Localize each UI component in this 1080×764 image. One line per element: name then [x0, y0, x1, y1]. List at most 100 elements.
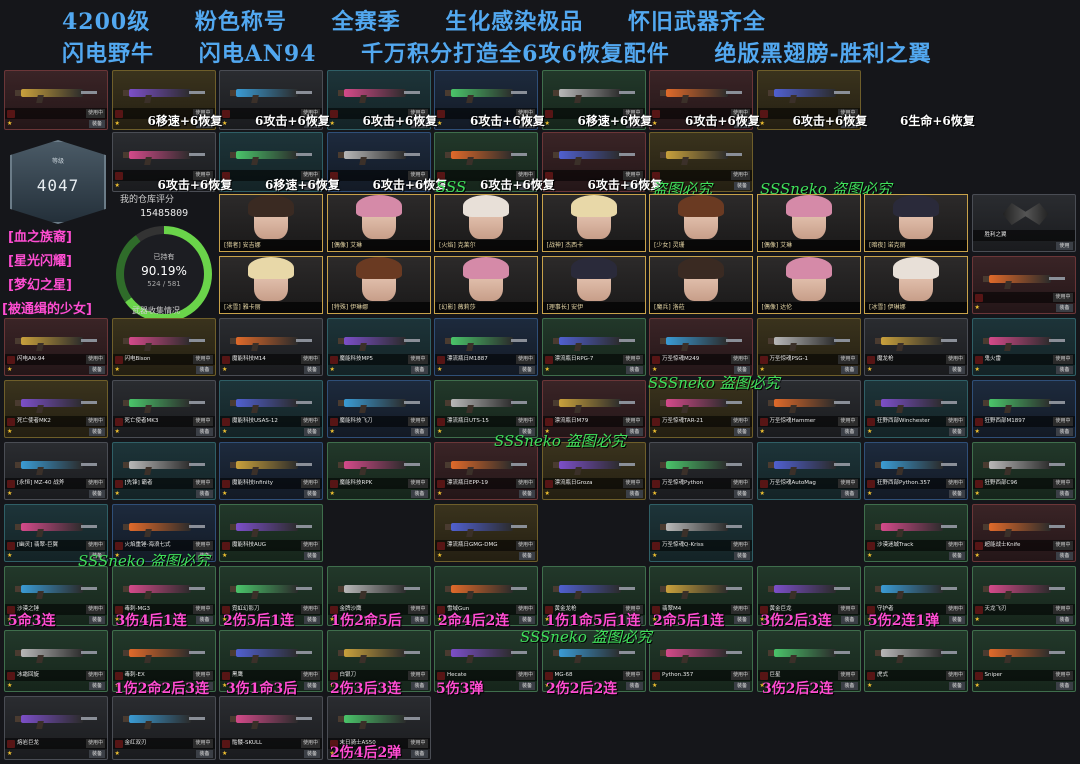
equip-button[interactable]: 装备 [948, 366, 965, 374]
weapon-card[interactable]: 闪电AN-94 使用中 ★ 装备 [4, 318, 108, 376]
equip-button[interactable]: 装备 [1056, 616, 1073, 624]
equip-button[interactable]: 装备 [88, 750, 105, 758]
equip-button[interactable]: 装备 [841, 616, 858, 624]
equip-button[interactable]: 装备 [303, 366, 320, 374]
weapon-card[interactable]: 骷髅-SKULL 使用中 ★ 装备 [219, 696, 323, 760]
equip-button[interactable]: 装备 [1056, 304, 1073, 312]
weapon-card[interactable]: 使用中 ★ 装备 [4, 70, 108, 130]
weapon-card[interactable]: 漂流瓶日M1887 使用中 ★ 装备 [434, 318, 538, 376]
character-card[interactable]: [战神] 杰西卡 [541, 194, 646, 252]
equip-button[interactable]: 装备 [518, 366, 535, 374]
weapon-card[interactable]: 死亡使者MK3 使用中 ★ 装备 [111, 380, 216, 438]
equip-button[interactable]: 装备 [626, 428, 643, 436]
equip-button[interactable]: 装备 [196, 490, 213, 498]
equip-button[interactable]: 装备 [303, 616, 320, 624]
equip-button[interactable]: 装备 [518, 616, 535, 624]
equip-button[interactable]: 装备 [518, 490, 535, 498]
weapon-card[interactable]: 万圣惊魂AutoMag 使用中 ★ 装备 [756, 442, 861, 500]
equip-button[interactable]: 装备 [841, 366, 858, 374]
character-card[interactable]: [偶像] 达伦 [756, 256, 861, 314]
equip-button[interactable]: 装备 [626, 490, 643, 498]
weapon-card[interactable]: 使用中 ★ 装备 [971, 256, 1076, 314]
equip-button[interactable]: 装备 [733, 182, 750, 190]
weapon-card[interactable]: 狂野西部Winchester 使用中 ★ 装备 [864, 380, 968, 438]
weapon-card[interactable]: 万圣惊魂M249 使用中 ★ 装备 [649, 318, 753, 376]
equip-button[interactable]: 装备 [196, 366, 213, 374]
equip-button[interactable]: 装备 [1056, 682, 1073, 690]
weapon-card[interactable]: 狂野西部Python.357 使用中 ★ 装备 [864, 442, 968, 500]
equip-button[interactable]: 装备 [196, 428, 213, 436]
weapon-card[interactable]: 虎式 使用中 ★ 装备 [864, 630, 968, 692]
weapon-card[interactable]: 熔岩巨龙 使用中 ★ 装备 [4, 696, 108, 760]
equip-button[interactable]: 装备 [88, 616, 105, 624]
equip-button[interactable]: 装备 [733, 682, 750, 690]
equip-button[interactable]: 装备 [303, 552, 320, 560]
equip-button[interactable]: 装备 [948, 552, 965, 560]
equip-button[interactable]: 装备 [303, 682, 320, 690]
weapon-card[interactable]: 冰霜回旋 使用中 ★ 装备 [4, 630, 108, 692]
character-card[interactable]: [少女] 灵珊 [649, 194, 753, 252]
character-card[interactable]: [暗夜] 诺克丽 [864, 194, 968, 252]
weapon-card[interactable]: 魔能科技AUG 使用中 ★ 装备 [219, 504, 323, 562]
character-card[interactable]: [猎者] 安吉娜 [219, 194, 323, 252]
character-card[interactable]: [火焰] 克莱尔 [434, 194, 538, 252]
equip-button[interactable]: 装备 [841, 490, 858, 498]
equip-button[interactable]: 装备 [733, 552, 750, 560]
equip-button[interactable]: 装备 [88, 428, 105, 436]
character-card[interactable]: [偶像] 艾琳 [326, 194, 431, 252]
weapon-card[interactable]: 魔能科技M14 使用中 ★ 装备 [219, 318, 323, 376]
weapon-card[interactable]: 魔能科技RPK 使用中 ★ 装备 [326, 442, 431, 500]
weapon-card[interactable]: 漂流瓶日RPG-7 使用中 ★ 装备 [541, 318, 646, 376]
equip-button[interactable]: 装备 [733, 490, 750, 498]
equip-button[interactable]: 装备 [303, 490, 320, 498]
weapon-card[interactable]: 闪电Bison 使用中 ★ 装备 [111, 318, 216, 376]
equip-button[interactable]: 装备 [518, 552, 535, 560]
weapon-card[interactable]: 狂野西部C96 使用中 ★ 装备 [971, 442, 1076, 500]
equip-button[interactable]: 装备 [1056, 428, 1073, 436]
weapon-card[interactable]: 天龙飞刃 使用中 ★ 装备 [971, 566, 1076, 626]
character-card[interactable]: [冰雪] 雅卡丽 [219, 256, 323, 314]
equip-button[interactable]: 装备 [841, 428, 858, 436]
equip-button[interactable]: 装备 [411, 490, 428, 498]
equip-button[interactable]: 装备 [411, 428, 428, 436]
equip-button[interactable]: 装备 [411, 616, 428, 624]
wings-card[interactable]: 胜利之翼 使用 [971, 194, 1076, 252]
equip-button[interactable]: 装备 [948, 490, 965, 498]
weapon-card[interactable]: 漂流瓶日GMG-DMG 使用中 ★ 装备 [434, 504, 538, 562]
equip-button[interactable]: 装备 [733, 616, 750, 624]
equip-button[interactable]: 装备 [626, 682, 643, 690]
equip-button[interactable]: 装备 [626, 366, 643, 374]
equip-button[interactable]: 装备 [948, 616, 965, 624]
equip-button[interactable]: 装备 [1056, 490, 1073, 498]
equip-button[interactable]: 装备 [1056, 366, 1073, 374]
weapon-card[interactable]: 万圣惊魂PSG-1 使用中 ★ 装备 [756, 318, 861, 376]
equip-button[interactable]: 装备 [88, 682, 105, 690]
equip-button[interactable]: 装备 [411, 750, 428, 758]
character-card[interactable]: [魔兵] 洛菈 [649, 256, 753, 314]
equip-button[interactable]: 装备 [303, 750, 320, 758]
weapon-card[interactable]: 魔龙枪 使用中 ★ 装备 [864, 318, 968, 376]
equip-button[interactable]: 装备 [841, 682, 858, 690]
weapon-card[interactable]: 魔能科技飞刀 使用中 ★ 装备 [326, 380, 431, 438]
weapon-card[interactable]: 狂野西部M1897 使用中 ★ 装备 [971, 380, 1076, 438]
weapon-card[interactable]: [先锋] 霸者 使用中 ★ 装备 [111, 442, 216, 500]
equip-button[interactable]: 装备 [411, 366, 428, 374]
weapon-card[interactable]: 金红双刃 使用中 ★ 装备 [111, 696, 216, 760]
character-card[interactable]: [特殊] 伊琳娜 [326, 256, 431, 314]
character-card[interactable]: [偶像] 艾琳 [756, 194, 861, 252]
equip-button[interactable]: 装备 [948, 682, 965, 690]
equip-button[interactable]: 装备 [733, 428, 750, 436]
weapon-card[interactable]: 万圣惊魂Python 使用中 ★ 装备 [649, 442, 753, 500]
weapon-card[interactable]: [永恒] MZ-40 战斧 使用中 ★ 装备 [4, 442, 108, 500]
character-card[interactable]: [理事长] 安伊 [541, 256, 646, 314]
weapon-card[interactable]: Python.357 使用中 ★ 装备 [649, 630, 753, 692]
equip-button[interactable]: 装备 [518, 682, 535, 690]
equip-button[interactable]: 装备 [1056, 552, 1073, 560]
equip-button[interactable]: 装备 [411, 682, 428, 690]
equip-button[interactable]: 装备 [303, 428, 320, 436]
character-card[interactable]: [冰雪] 伊琳娜 [864, 256, 968, 314]
weapon-card[interactable]: 魔能科技Infinity 使用中 ★ 装备 [219, 442, 323, 500]
weapon-card[interactable]: 万圣惊魂Q-Kriss 使用中 ★ 装备 [649, 504, 753, 562]
use-button[interactable]: 使用 [1056, 242, 1073, 250]
equip-button[interactable]: 装备 [948, 428, 965, 436]
